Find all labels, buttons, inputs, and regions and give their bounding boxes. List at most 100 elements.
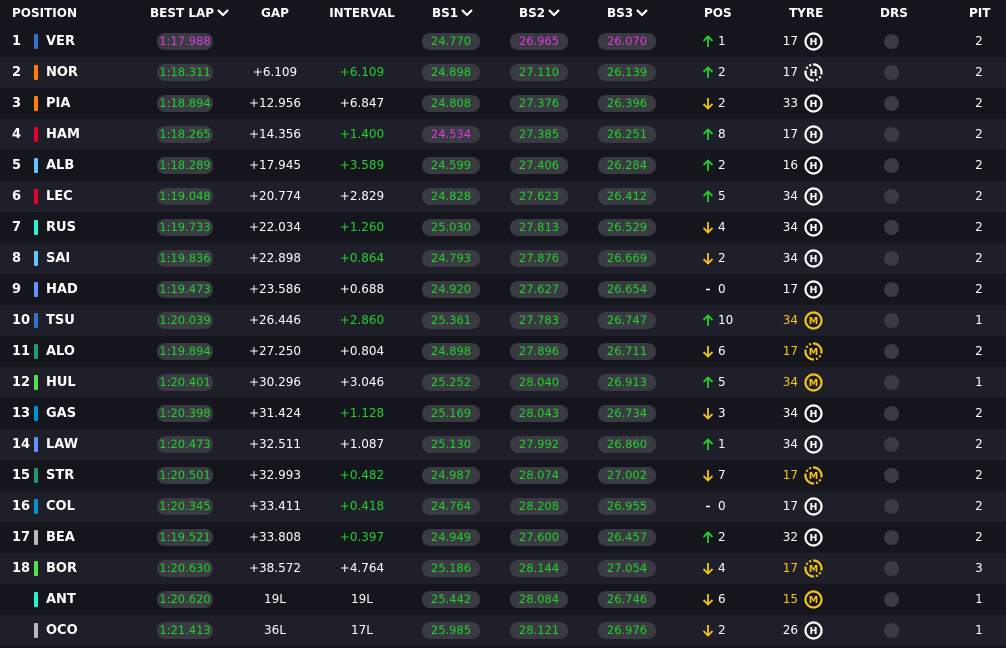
- driver-code[interactable]: GAS: [46, 398, 76, 429]
- driver-code[interactable]: NOR: [46, 57, 78, 88]
- best-sector-1: 24.828: [422, 188, 480, 205]
- pit-stops: 2: [975, 220, 983, 234]
- table-row[interactable]: 10 TSU 1:20.039 +26.446 +2.860 25.361 27.783 26…: [0, 305, 1006, 336]
- arrow-down-icon: [702, 625, 714, 637]
- driver-code[interactable]: PIA: [46, 88, 70, 119]
- table-row[interactable]: 3 PIA 1:18.894 +12.956 +6.847 24.808 27.376 26.…: [0, 88, 1006, 119]
- driver-code[interactable]: BEA: [46, 522, 75, 553]
- team-color-bar: [34, 34, 38, 49]
- header-bs1[interactable]: BS1: [432, 0, 473, 26]
- table-row[interactable]: OCO 1:21.413 36L 17L 25.985 28.121 26.976 2 26 H 1: [0, 615, 1006, 646]
- table-row[interactable]: ANT 1:20.620 19L 19L 25.442 28.084 26.746 6 15 M 1: [0, 584, 1006, 615]
- table-row[interactable]: 11 ALO 1:19.894 +27.250 +0.804 24.898 27.896 26…: [0, 336, 1006, 367]
- header-pit[interactable]: PIT: [969, 0, 990, 26]
- driver-code[interactable]: VER: [46, 26, 75, 57]
- driver-code[interactable]: BOR: [46, 553, 77, 584]
- table-row[interactable]: 9 HAD 1:19.473 +23.586 +0.688 24.920 27.627 26.…: [0, 274, 1006, 305]
- header-tyre[interactable]: TYRE: [789, 0, 823, 26]
- team-color-bar: [34, 313, 38, 328]
- position-number: 3: [12, 96, 22, 111]
- header-gap-label: GAP: [261, 6, 289, 20]
- table-row[interactable]: 18 BOR 1:20.630 +38.572 +4.764 25.186 28.144 27…: [0, 553, 1006, 584]
- best-sector-3: 26.529: [598, 219, 656, 236]
- table-row[interactable]: 17 BEA 1:19.521 +33.808 +0.397 24.949 27.600 26…: [0, 522, 1006, 553]
- header-bs3[interactable]: BS3: [607, 0, 648, 26]
- driver-code[interactable]: HUL: [46, 367, 76, 398]
- tyre-age: 34: [782, 313, 798, 327]
- team-color-bar: [34, 375, 38, 390]
- header-interval[interactable]: INTERVAL: [324, 0, 400, 26]
- best-sector-2: 27.376: [510, 95, 568, 112]
- best-lap-time: 1:19.733: [157, 219, 213, 236]
- best-lap-time: 1:20.473: [157, 436, 213, 453]
- hard-tyre-icon: H: [804, 94, 823, 113]
- pit-stops: 2: [975, 530, 983, 544]
- driver-code[interactable]: HAD: [46, 274, 78, 305]
- best-lap-time: 1:20.501: [157, 467, 213, 484]
- best-sector-3: 26.251: [598, 126, 656, 143]
- driver-code[interactable]: RUS: [46, 212, 76, 243]
- gap-value: +31.424: [248, 406, 302, 420]
- medium-tyre-icon: M: [804, 311, 823, 330]
- header-best-lap[interactable]: BEST LAP: [150, 0, 229, 26]
- hard-tyre-icon: H: [804, 280, 823, 299]
- table-row[interactable]: 6 LEC 1:19.048 +20.774 +2.829 24.828 27.623 26.…: [0, 181, 1006, 212]
- header-pos[interactable]: POS: [704, 0, 732, 26]
- driver-code[interactable]: COL: [46, 491, 75, 522]
- table-row[interactable]: 16 COL 1:20.345 +33.411 +0.418 24.764 28.208 26…: [0, 491, 1006, 522]
- position-number: 11: [12, 344, 31, 359]
- chevron-down-icon: [461, 9, 473, 17]
- driver-code[interactable]: SAI: [46, 243, 70, 274]
- svg-text:H: H: [810, 533, 818, 544]
- table-row[interactable]: 13 GAS 1:20.398 +31.424 +1.128 25.169 28.043 26…: [0, 398, 1006, 429]
- svg-text:H: H: [810, 409, 818, 420]
- header-position[interactable]: POSITION: [12, 0, 77, 26]
- header-bs3-label: BS3: [607, 6, 634, 20]
- table-row[interactable]: 5 ALB 1:18.289 +17.945 +3.589 24.599 27.406 26.…: [0, 150, 1006, 181]
- drs-indicator: [884, 623, 899, 638]
- svg-text:H: H: [810, 285, 818, 296]
- header-gap[interactable]: GAP: [238, 0, 312, 26]
- best-lap-time: 1:19.473: [157, 281, 213, 298]
- table-row[interactable]: 15 STR 1:20.501 +32.993 +0.482 24.987 28.074 27…: [0, 460, 1006, 491]
- table-row[interactable]: 12 HUL 1:20.401 +30.296 +3.046 25.252 28.040 26…: [0, 367, 1006, 398]
- table-row[interactable]: 1 VER 1:17.988 24.770 26.965 26.070 1 17 H 2: [0, 26, 1006, 57]
- driver-code[interactable]: ALO: [46, 336, 75, 367]
- best-sector-3: 26.913: [598, 374, 656, 391]
- team-color-bar: [34, 468, 38, 483]
- best-sector-2: 27.406: [510, 157, 568, 174]
- driver-code[interactable]: STR: [46, 460, 74, 491]
- interval-value: +0.688: [339, 282, 385, 296]
- arrow-up-icon: [702, 438, 714, 450]
- driver-code[interactable]: ANT: [46, 584, 76, 615]
- pit-stops: 2: [975, 437, 983, 451]
- driver-code[interactable]: TSU: [46, 305, 75, 336]
- best-sector-2: 28.043: [510, 405, 568, 422]
- table-row[interactable]: 2 NOR 1:18.311 +6.109 +6.109 24.898 27.110 26.1…: [0, 57, 1006, 88]
- header-drs[interactable]: DRS: [880, 0, 908, 26]
- driver-code[interactable]: LAW: [46, 429, 78, 460]
- driver-code[interactable]: HAM: [46, 119, 80, 150]
- header-bs2[interactable]: BS2: [519, 0, 560, 26]
- positions-changed: 10: [718, 313, 734, 327]
- team-color-bar: [34, 344, 38, 359]
- best-sector-2: 28.074: [510, 467, 568, 484]
- drs-indicator: [884, 561, 899, 576]
- driver-code[interactable]: OCO: [46, 615, 78, 646]
- gap-value: +32.511: [248, 437, 302, 451]
- table-row[interactable]: 14 LAW 1:20.473 +32.511 +1.087 25.130 27.992 26…: [0, 429, 1006, 460]
- table-row[interactable]: 8 SAI 1:19.836 +22.898 +0.864 24.793 27.876 26.…: [0, 243, 1006, 274]
- driver-code[interactable]: ALB: [46, 150, 74, 181]
- pit-stops: 2: [975, 96, 983, 110]
- tyre-age: 33: [782, 96, 798, 110]
- best-sector-3: 27.054: [598, 560, 656, 577]
- table-row[interactable]: 7 RUS 1:19.733 +22.034 +1.260 25.030 27.813 26.…: [0, 212, 1006, 243]
- table-row[interactable]: 4 HAM 1:18.265 +14.356 +1.400 24.534 27.385 26.…: [0, 119, 1006, 150]
- gap-value: +22.034: [248, 220, 302, 234]
- tyre-age: 17: [782, 561, 798, 575]
- pit-stops: 2: [975, 406, 983, 420]
- driver-code[interactable]: LEC: [46, 181, 73, 212]
- drs-indicator: [884, 468, 899, 483]
- best-sector-1: 24.793: [422, 250, 480, 267]
- drs-indicator: [884, 65, 899, 80]
